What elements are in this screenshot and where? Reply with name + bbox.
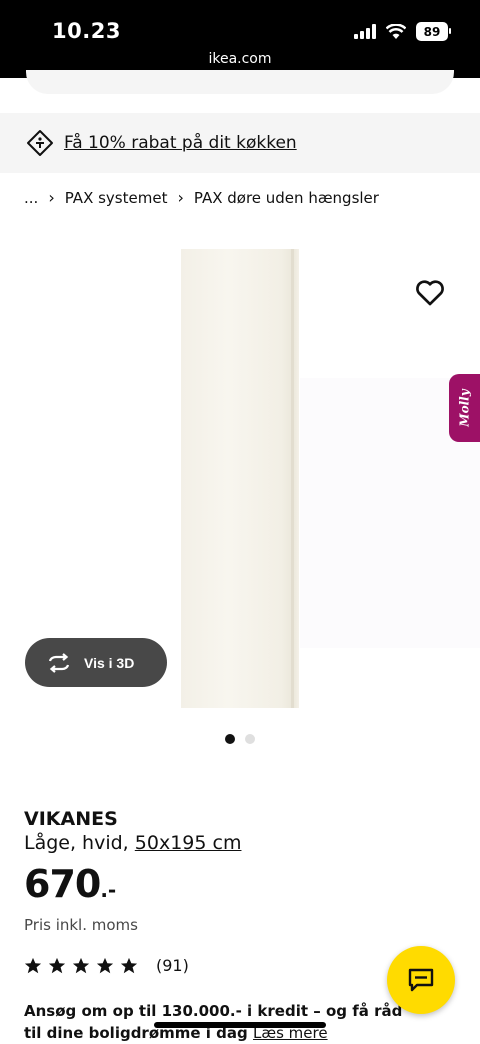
promo-banner[interactable]: Få 10% rabat på dit køkken [0,113,480,173]
battery-icon: 89 [416,22,451,41]
rotate-3d-icon [48,652,70,673]
wifi-icon [386,24,406,39]
star-icon [72,957,90,973]
molly-label: Molly [457,389,472,427]
chevron-right-icon: › [48,188,55,207]
door-edge [291,249,294,708]
battery-level: 89 [423,24,441,39]
product-description: Låge, hvid, 50x195 cm [24,832,241,854]
url-bar[interactable]: ikea.com [0,51,480,67]
promo-link[interactable]: Få 10% rabat på dit køkken [64,133,297,153]
product-rating[interactable]: (91) [24,956,189,975]
price-suffix: .- [100,878,117,902]
status-bar: 10.23 89 ikea.com [0,0,480,78]
view-3d-label: Vis i 3D [84,654,135,671]
view-3d-button[interactable]: Vis i 3D [25,638,167,687]
chat-icon [408,968,434,992]
rating-count[interactable]: (91) [156,956,189,975]
breadcrumb: ... › PAX systemet › PAX døre uden hængs… [24,188,379,207]
breadcrumb-item-pax-doors[interactable]: PAX døre uden hængsler [194,189,379,207]
heart-icon [416,280,444,306]
pagination-dot-active[interactable] [225,734,235,744]
status-icons: 89 [354,22,451,41]
star-icon [120,957,138,973]
search-bar[interactable] [26,70,454,94]
star-icon [96,957,114,973]
status-time: 10.23 [52,19,121,43]
chat-button[interactable] [387,946,455,1014]
price-value: 670 [24,862,101,906]
pagination-dot[interactable] [245,734,255,744]
favorite-button[interactable] [413,275,447,309]
tag-icon [27,130,53,156]
star-icon [48,957,66,973]
product-dimensions-link[interactable]: 50x195 cm [135,832,242,854]
molly-assistant-tab[interactable]: Molly [449,374,480,442]
product-price: 670.- [24,862,116,906]
breadcrumb-item-pax-systemet[interactable]: PAX systemet [65,189,168,207]
product-type: Låge, hvid, [24,832,129,854]
chevron-right-icon: › [177,188,184,207]
gallery-pagination [225,734,255,744]
signal-icon [354,24,376,39]
product-name: VIKANES [24,808,118,830]
price-note: Pris inkl. moms [24,916,138,934]
product-image[interactable] [181,249,299,708]
home-indicator [154,1022,326,1028]
breadcrumb-ellipsis[interactable]: ... [24,189,38,207]
star-icon [24,957,42,973]
product-image-gallery[interactable]: Molly Vis i 3D [0,228,480,728]
